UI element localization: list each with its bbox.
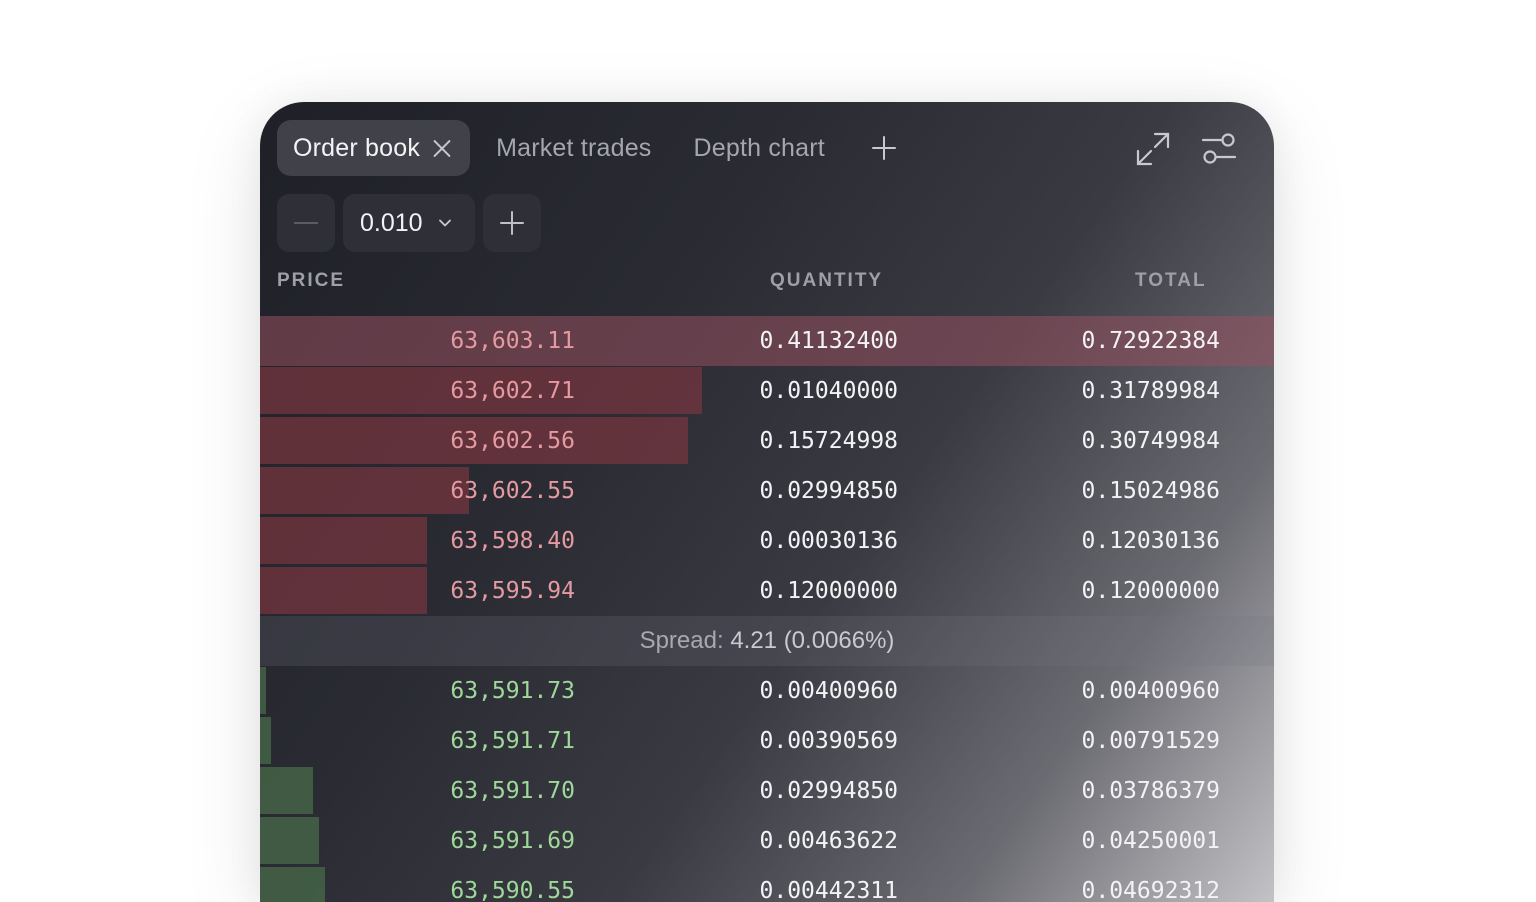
spread-row: Spread: 4.21 (0.0066%) (260, 616, 1274, 666)
ask-row[interactable]: 63,602.56 0.15724998 0.30749984 (260, 416, 1274, 466)
ask-depth-bar (260, 517, 427, 564)
ask-quantity: 0.41132400 (759, 328, 898, 354)
ask-total: 0.72922384 (1081, 328, 1220, 354)
decrease-precision-button[interactable] (277, 194, 335, 252)
bid-total: 0.04250001 (1081, 828, 1220, 854)
ask-total: 0.12000000 (1081, 578, 1220, 604)
increase-precision-button[interactable] (482, 194, 541, 252)
ask-price: 63,603.11 (450, 328, 575, 354)
ask-row[interactable]: 63,598.40 0.00030136 0.12030136 (260, 516, 1274, 566)
add-tab-plus-icon[interactable] (871, 135, 897, 161)
ask-depth-bar (260, 567, 427, 614)
bid-depth-bar (260, 717, 271, 764)
sliders-icon[interactable] (1200, 130, 1238, 168)
ask-price: 63,598.40 (450, 528, 575, 554)
ask-depth-bar (260, 467, 469, 514)
bid-quantity: 0.00390569 (759, 728, 898, 754)
ask-total: 0.15024986 (1081, 478, 1220, 504)
order-book-rows: 63,603.11 0.41132400 0.72922384 63,602.71 0.… (260, 316, 1274, 902)
bid-total: 0.00791529 (1081, 728, 1220, 754)
bid-quantity: 0.02994850 (759, 778, 898, 804)
bid-depth-bar (260, 667, 266, 714)
bid-price: 63,591.69 (450, 828, 575, 854)
bid-quantity: 0.00442311 (759, 878, 898, 902)
bid-price: 63,591.73 (450, 678, 575, 704)
ask-total: 0.12030136 (1081, 528, 1220, 554)
ask-quantity: 0.01040000 (759, 378, 898, 404)
bid-depth-bar (260, 767, 313, 814)
ask-row[interactable]: 63,603.11 0.41132400 0.72922384 (260, 316, 1274, 366)
bid-quantity: 0.00463622 (759, 828, 898, 854)
plus-icon (499, 210, 525, 236)
ask-row[interactable]: 63,595.94 0.12000000 0.12000000 (260, 566, 1274, 616)
order-book-panel: Order book Market trades Depth chart 0.0… (260, 102, 1274, 902)
ask-row[interactable]: 63,602.71 0.01040000 0.31789984 (260, 366, 1274, 416)
ask-price: 63,602.55 (450, 478, 575, 504)
tab-bar: Order book Market trades Depth chart (277, 120, 897, 176)
ask-price: 63,602.71 (450, 378, 575, 404)
column-header-price: PRICE (277, 270, 346, 291)
spread-label: Spread: (639, 627, 724, 654)
spread-value: 4.21 (0.0066%) (730, 627, 895, 654)
bid-row[interactable]: 63,591.71 0.00390569 0.00791529 (260, 716, 1274, 766)
tab-market-trades[interactable]: Market trades (496, 120, 651, 176)
ask-row[interactable]: 63,602.55 0.02994850 0.15024986 (260, 466, 1274, 516)
precision-controls: 0.010 (277, 194, 541, 252)
bid-row[interactable]: 63,591.70 0.02994850 0.03786379 (260, 766, 1274, 816)
expand-icon[interactable] (1134, 130, 1172, 168)
bid-price: 63,590.55 (450, 878, 575, 902)
bid-total: 0.00400960 (1081, 678, 1220, 704)
bid-total: 0.04692312 (1081, 878, 1220, 902)
tab-depth-chart[interactable]: Depth chart (694, 120, 825, 176)
precision-value: 0.010 (360, 208, 423, 237)
ask-price: 63,602.56 (450, 428, 575, 454)
ask-quantity: 0.02994850 (759, 478, 898, 504)
tab-order-book[interactable]: Order book (277, 120, 471, 176)
bid-quantity: 0.00400960 (759, 678, 898, 704)
bid-total: 0.03786379 (1081, 778, 1220, 804)
ask-total: 0.31789984 (1081, 378, 1220, 404)
ask-total: 0.30749984 (1081, 428, 1220, 454)
bid-price: 63,591.71 (450, 728, 575, 754)
tab-order-book-label: Order book (293, 133, 421, 162)
ask-price: 63,595.94 (450, 578, 575, 604)
bid-depth-bar (260, 867, 325, 902)
chevron-down-icon (438, 219, 451, 227)
column-header-total: TOTAL (1135, 270, 1207, 291)
bid-row[interactable]: 63,591.69 0.00463622 0.04250001 (260, 816, 1274, 866)
precision-select[interactable]: 0.010 (343, 194, 475, 252)
bid-depth-bar (260, 817, 319, 864)
ask-quantity: 0.00030136 (759, 528, 898, 554)
bid-price: 63,591.70 (450, 778, 575, 804)
bid-row[interactable]: 63,590.55 0.00442311 0.04692312 (260, 866, 1274, 902)
ask-quantity: 0.15724998 (759, 428, 898, 454)
close-icon[interactable] (432, 138, 452, 158)
bid-row[interactable]: 63,591.73 0.00400960 0.00400960 (260, 666, 1274, 716)
ask-quantity: 0.12000000 (759, 578, 898, 604)
column-header-quantity: QUANTITY (770, 270, 884, 291)
